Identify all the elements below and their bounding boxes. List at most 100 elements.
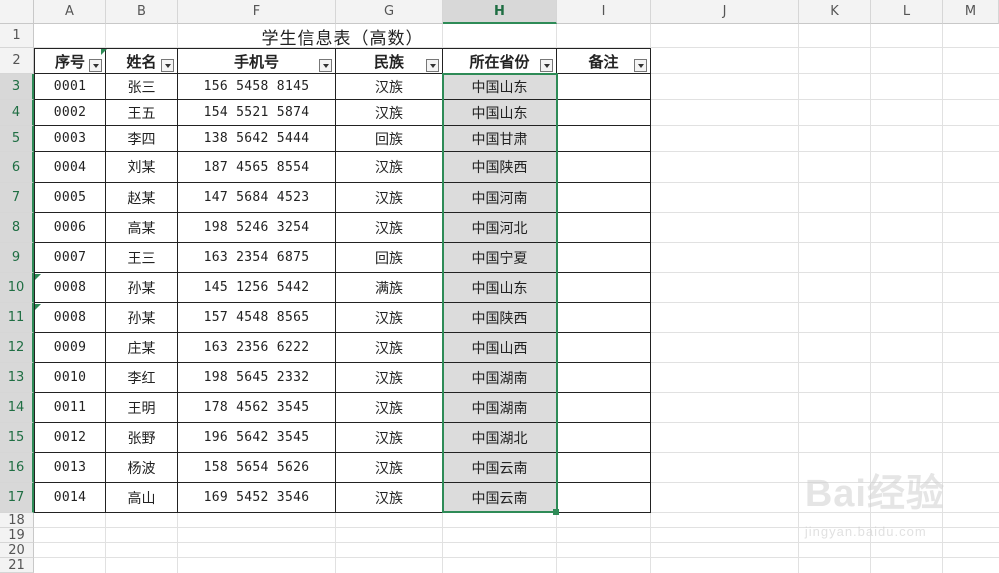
cell-note[interactable] xyxy=(557,152,651,183)
cell-phone[interactable]: 163 2354 6875 xyxy=(178,243,336,273)
row-header-12[interactable]: 12 xyxy=(0,333,34,363)
cell-province[interactable]: 中国河北 xyxy=(443,213,557,243)
row-header-11[interactable]: 11 xyxy=(0,303,34,333)
cell-name[interactable]: 李红 xyxy=(106,363,178,393)
cell-phone[interactable]: 169 5452 3546 xyxy=(178,483,336,513)
spreadsheet[interactable]: ABFGHIJKLM 1 2 3 4 5 6 7 8 9 10 11 12 13 14 15 16 17 18 19… xyxy=(0,0,999,573)
row-header-14[interactable]: 14 xyxy=(0,393,34,423)
cell-seq[interactable]: 0013 xyxy=(34,453,106,483)
row-header-5[interactable]: 5 xyxy=(0,126,34,152)
row-header-21[interactable]: 21 xyxy=(0,558,34,573)
row-header-7[interactable]: 7 xyxy=(0,183,34,213)
row-header-6[interactable]: 6 xyxy=(0,152,34,183)
cell-seq[interactable]: 0003 xyxy=(34,126,106,152)
cell-name[interactable]: 赵某 xyxy=(106,183,178,213)
cell-province[interactable]: 中国云南 xyxy=(443,453,557,483)
cell-phone[interactable]: 198 5645 2332 xyxy=(178,363,336,393)
row-header-3[interactable]: 3 xyxy=(0,74,34,100)
cell-name[interactable]: 杨波 xyxy=(106,453,178,483)
filter-dropdown-icon[interactable] xyxy=(161,59,174,72)
column-header-l[interactable]: L xyxy=(871,0,943,24)
cell-ethnic[interactable]: 满族 xyxy=(336,273,443,303)
row-header-15[interactable]: 15 xyxy=(0,423,34,453)
cell-note[interactable] xyxy=(557,213,651,243)
cell-name[interactable]: 王明 xyxy=(106,393,178,423)
cell-seq[interactable]: 0004 xyxy=(34,152,106,183)
column-header-b[interactable]: B xyxy=(106,0,178,24)
cell-ethnic[interactable]: 汉族 xyxy=(336,453,443,483)
cell-note[interactable] xyxy=(557,333,651,363)
cell-ethnic[interactable]: 回族 xyxy=(336,126,443,152)
cell-ethnic[interactable]: 汉族 xyxy=(336,393,443,423)
cell-note[interactable] xyxy=(557,74,651,100)
cell-phone[interactable]: 157 4548 8565 xyxy=(178,303,336,333)
row-header-1[interactable]: 1 xyxy=(0,24,34,48)
cell-seq[interactable]: 0010 xyxy=(34,363,106,393)
cell-seq[interactable]: 0002 xyxy=(34,100,106,126)
cell-note[interactable] xyxy=(557,243,651,273)
cell-province[interactable]: 中国山东 xyxy=(443,74,557,100)
cell-name[interactable]: 李四 xyxy=(106,126,178,152)
filter-dropdown-icon[interactable] xyxy=(634,59,647,72)
cell-province[interactable]: 中国甘肃 xyxy=(443,126,557,152)
cell-ethnic[interactable]: 汉族 xyxy=(336,303,443,333)
cell-ethnic[interactable]: 汉族 xyxy=(336,423,443,453)
cell-province[interactable]: 中国山东 xyxy=(443,100,557,126)
cell-province[interactable]: 中国宁夏 xyxy=(443,243,557,273)
column-header-k[interactable]: K xyxy=(799,0,871,24)
cell-ethnic[interactable]: 汉族 xyxy=(336,483,443,513)
cell-note[interactable] xyxy=(557,303,651,333)
filter-dropdown-icon[interactable] xyxy=(540,59,553,72)
cell-note[interactable] xyxy=(557,363,651,393)
cell-name[interactable]: 王三 xyxy=(106,243,178,273)
cell-province[interactable]: 中国山东 xyxy=(443,273,557,303)
cell-name[interactable]: 高山 xyxy=(106,483,178,513)
cell-name[interactable]: 庄某 xyxy=(106,333,178,363)
column-header-a[interactable]: A xyxy=(34,0,106,24)
cell-phone[interactable]: 138 5642 5444 xyxy=(178,126,336,152)
cell-province[interactable]: 中国湖南 xyxy=(443,363,557,393)
cell-note[interactable] xyxy=(557,273,651,303)
sheet-title[interactable]: 学生信息表（高数） xyxy=(34,24,651,49)
filter-dropdown-icon[interactable] xyxy=(426,59,439,72)
cell-phone[interactable]: 147 5684 4523 xyxy=(178,183,336,213)
cell-phone[interactable]: 145 1256 5442 xyxy=(178,273,336,303)
cell-phone[interactable]: 178 4562 3545 xyxy=(178,393,336,423)
cell-note[interactable] xyxy=(557,126,651,152)
cell-phone[interactable]: 156 5458 8145 xyxy=(178,74,336,100)
cell-name[interactable]: 刘某 xyxy=(106,152,178,183)
cell-ethnic[interactable]: 汉族 xyxy=(336,100,443,126)
cell-province[interactable]: 中国云南 xyxy=(443,483,557,513)
cell-seq[interactable]: 0007 xyxy=(34,243,106,273)
row-header-9[interactable]: 9 xyxy=(0,243,34,273)
cell-note[interactable] xyxy=(557,453,651,483)
cell-seq[interactable]: 0001 xyxy=(34,74,106,100)
cell-province[interactable]: 中国湖南 xyxy=(443,393,557,423)
column-header-j[interactable]: J xyxy=(651,0,799,24)
cell-note[interactable] xyxy=(557,100,651,126)
cell-seq[interactable]: 0008 xyxy=(34,273,106,303)
cell-seq[interactable]: 0011 xyxy=(34,393,106,423)
cell-province[interactable]: 中国湖北 xyxy=(443,423,557,453)
cell-phone[interactable]: 154 5521 5874 xyxy=(178,100,336,126)
cell-seq[interactable]: 0009 xyxy=(34,333,106,363)
cell-phone[interactable]: 163 2356 6222 xyxy=(178,333,336,363)
cell-name[interactable]: 王五 xyxy=(106,100,178,126)
column-header-i[interactable]: I xyxy=(557,0,651,24)
cell-name[interactable]: 孙某 xyxy=(106,303,178,333)
row-header-10[interactable]: 10 xyxy=(0,273,34,303)
row-header-17[interactable]: 17 xyxy=(0,483,34,513)
cell-phone[interactable]: 158 5654 5626 xyxy=(178,453,336,483)
cell-seq[interactable]: 0005 xyxy=(34,183,106,213)
fill-handle[interactable] xyxy=(553,509,559,515)
column-header-h[interactable]: H xyxy=(443,0,557,24)
cell-seq[interactable]: 0008 xyxy=(34,303,106,333)
cell-ethnic[interactable]: 回族 xyxy=(336,243,443,273)
row-header-16[interactable]: 16 xyxy=(0,453,34,483)
cell-province[interactable]: 中国陕西 xyxy=(443,152,557,183)
row-header-4[interactable]: 4 xyxy=(0,100,34,126)
cell-phone[interactable]: 187 4565 8554 xyxy=(178,152,336,183)
cell-phone[interactable]: 196 5642 3545 xyxy=(178,423,336,453)
select-all-corner[interactable] xyxy=(0,0,34,24)
cell-ethnic[interactable]: 汉族 xyxy=(336,333,443,363)
